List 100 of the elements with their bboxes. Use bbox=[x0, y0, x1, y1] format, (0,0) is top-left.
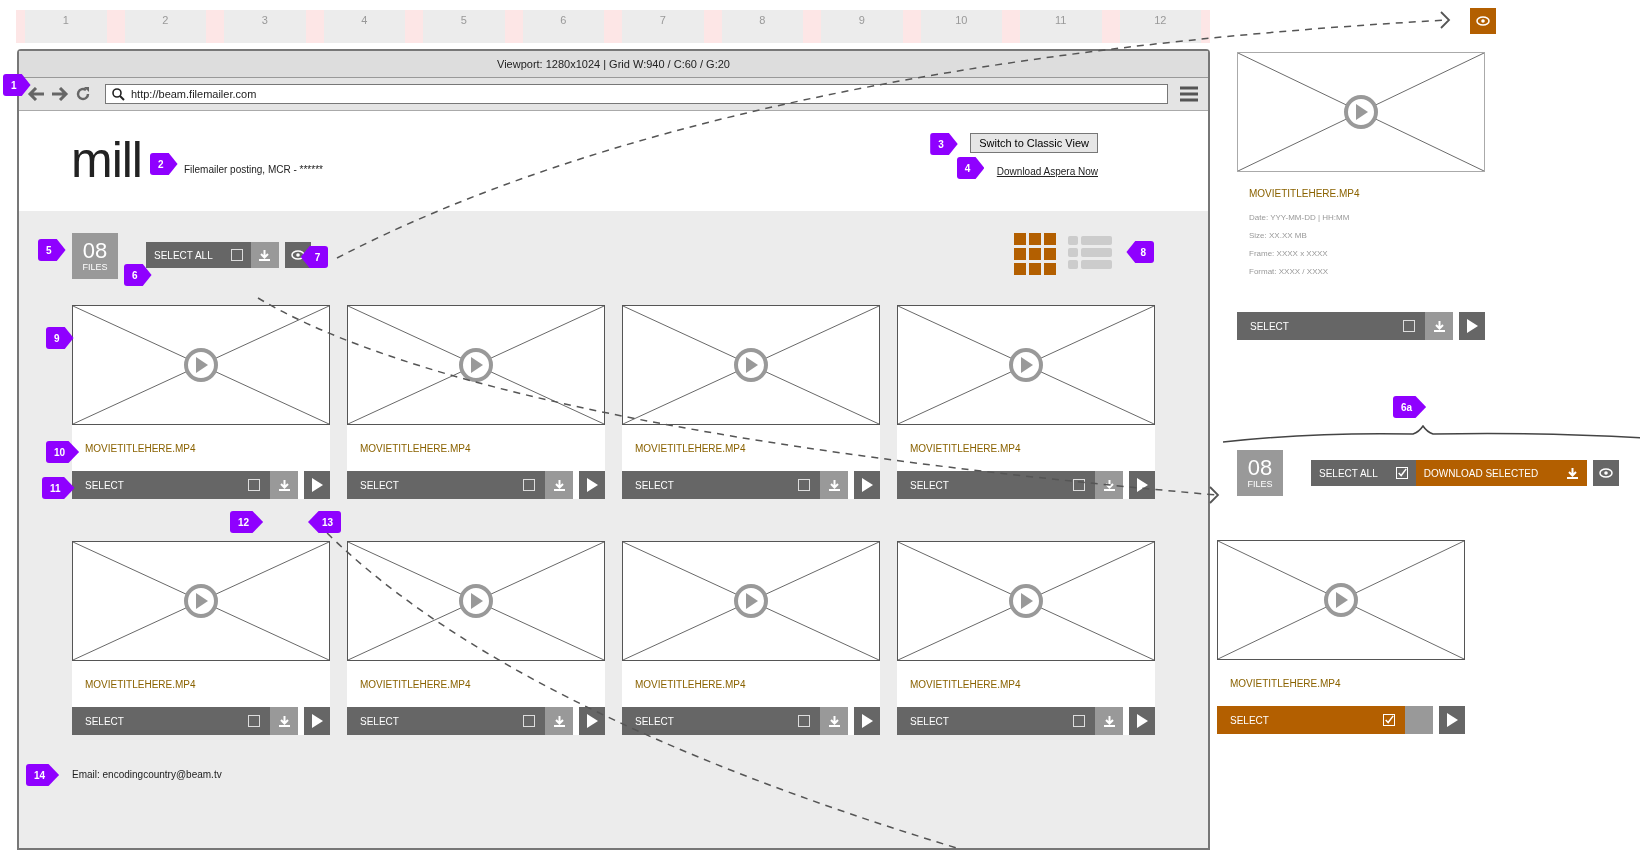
file-name: MOVIETITLEHERE.MP4 bbox=[910, 678, 1021, 690]
checkbox[interactable] bbox=[230, 249, 243, 262]
url-field[interactable]: http://beam.filemailer.com bbox=[105, 84, 1168, 105]
play-icon bbox=[1136, 714, 1148, 729]
play-button[interactable] bbox=[854, 471, 880, 500]
video-placeholder[interactable] bbox=[72, 305, 330, 426]
select-button[interactable]: SELECT bbox=[622, 471, 820, 500]
video-placeholder[interactable] bbox=[347, 541, 605, 662]
select-button[interactable]: SELECT bbox=[72, 471, 270, 500]
select-button[interactable]: SELECT bbox=[897, 471, 1095, 500]
download-button[interactable] bbox=[820, 471, 848, 500]
video-placeholder[interactable] bbox=[347, 305, 605, 426]
download-button[interactable] bbox=[545, 707, 573, 736]
viewport-label: Viewport: 1280x1024 | Grid W:940 / C:60 / G:20 bbox=[497, 58, 730, 71]
play-button[interactable] bbox=[1129, 707, 1155, 736]
callout-tag: 13 bbox=[308, 511, 342, 534]
download-button[interactable] bbox=[1095, 471, 1123, 500]
download-icon bbox=[827, 478, 841, 492]
file-detail: Format: XXXX / XXXX bbox=[1249, 267, 1330, 276]
play-button[interactable] bbox=[854, 707, 880, 736]
video-placeholder[interactable] bbox=[72, 541, 330, 662]
forward-arrow-icon[interactable] bbox=[51, 87, 69, 102]
file-name: MOVIETITLEHERE.MP4 bbox=[910, 442, 1021, 454]
file-count: 08 bbox=[82, 240, 108, 263]
checkbox[interactable] bbox=[1073, 479, 1085, 492]
reload-icon[interactable] bbox=[75, 86, 91, 103]
select-button[interactable]: SELECT bbox=[1237, 312, 1425, 340]
grid-column: 4 bbox=[314, 10, 414, 44]
play-icon bbox=[311, 478, 323, 493]
menu-icon[interactable] bbox=[1180, 86, 1198, 103]
grid-column: 1 bbox=[16, 10, 116, 44]
play-button[interactable] bbox=[304, 707, 330, 736]
download-button[interactable] bbox=[270, 471, 298, 500]
select-all-button[interactable]: SELECT ALL bbox=[146, 242, 251, 269]
classic-view-button[interactable]: Switch to Classic View bbox=[970, 133, 1098, 154]
file-detail: Frame: XXXX x XXXX bbox=[1249, 249, 1329, 258]
download-button[interactable] bbox=[1095, 707, 1123, 736]
play-icon bbox=[586, 478, 598, 493]
checkbox[interactable] bbox=[798, 479, 810, 492]
play-circle-icon bbox=[1007, 582, 1045, 621]
play-circle-icon bbox=[182, 346, 220, 385]
play-button[interactable] bbox=[579, 707, 605, 736]
video-placeholder[interactable] bbox=[897, 305, 1155, 426]
grid-column: 10 bbox=[911, 10, 1011, 44]
play-button[interactable] bbox=[1129, 471, 1155, 500]
file-name: MOVIETITLEHERE.MP4 bbox=[635, 678, 746, 690]
select-button[interactable]: SELECT bbox=[347, 707, 545, 736]
checkbox[interactable] bbox=[248, 715, 260, 728]
download-button[interactable] bbox=[270, 707, 298, 736]
preview-button[interactable] bbox=[1593, 460, 1620, 486]
email-text: Email: encodingcountry@beam.tv bbox=[72, 769, 222, 781]
download-icon bbox=[1566, 466, 1580, 480]
play-icon bbox=[1466, 319, 1478, 333]
select-button[interactable]: SELECT bbox=[72, 707, 270, 736]
checkbox[interactable] bbox=[523, 715, 535, 728]
checkbox[interactable] bbox=[798, 715, 810, 728]
posting-label: Filemailer posting, MCR - ****** bbox=[184, 164, 323, 176]
files-label: FILES bbox=[82, 262, 108, 273]
download-icon bbox=[1102, 714, 1116, 728]
play-circle-icon bbox=[457, 582, 495, 621]
checkbox[interactable] bbox=[1073, 715, 1085, 728]
play-button[interactable] bbox=[1459, 312, 1485, 340]
grid-column: 7 bbox=[613, 10, 713, 44]
select-button[interactable]: SELECT bbox=[622, 707, 820, 736]
video-placeholder[interactable] bbox=[622, 541, 880, 662]
callout-tag: 6 bbox=[124, 264, 152, 287]
video-placeholder[interactable] bbox=[897, 541, 1155, 662]
grid-view-button[interactable] bbox=[1014, 233, 1056, 276]
grid-column: 3 bbox=[215, 10, 315, 44]
video-placeholder[interactable] bbox=[1217, 540, 1465, 660]
select-all-button[interactable]: SELECT ALL bbox=[1311, 460, 1416, 486]
select-button[interactable]: SELECT bbox=[1217, 706, 1405, 734]
grid-column: 8 bbox=[712, 10, 812, 44]
play-circle-icon bbox=[457, 346, 495, 385]
play-circle-icon bbox=[1007, 346, 1045, 385]
callout-tag: 8 bbox=[1126, 241, 1154, 264]
preview-button[interactable] bbox=[1470, 8, 1496, 34]
download-aspera-link[interactable]: Download Aspera Now bbox=[996, 166, 1098, 178]
download-selected-button[interactable]: DOWNLOAD SELECTED bbox=[1415, 460, 1588, 486]
callout-tag: 9 bbox=[46, 327, 74, 350]
checkbox[interactable] bbox=[1403, 320, 1415, 332]
select-button[interactable]: SELECT bbox=[347, 471, 545, 500]
url-text: http://beam.filemailer.com bbox=[131, 88, 257, 101]
eye-icon bbox=[1476, 16, 1490, 26]
play-icon bbox=[1446, 713, 1458, 727]
select-button[interactable]: SELECT bbox=[897, 707, 1095, 736]
download-button[interactable] bbox=[250, 242, 279, 269]
play-button[interactable] bbox=[1439, 706, 1465, 734]
checkbox[interactable] bbox=[248, 479, 260, 492]
callout-tag: 1 bbox=[3, 74, 31, 97]
play-button[interactable] bbox=[579, 471, 605, 500]
back-arrow-icon[interactable] bbox=[27, 87, 45, 102]
file-name: MOVIETITLEHERE.MP4 bbox=[360, 678, 471, 690]
download-button[interactable] bbox=[820, 707, 848, 736]
video-placeholder[interactable] bbox=[622, 305, 880, 426]
play-button[interactable] bbox=[304, 471, 330, 500]
checkbox[interactable] bbox=[523, 479, 535, 492]
callout-tag: 5 bbox=[38, 239, 66, 262]
download-button[interactable] bbox=[1425, 312, 1453, 340]
download-button[interactable] bbox=[545, 471, 573, 500]
